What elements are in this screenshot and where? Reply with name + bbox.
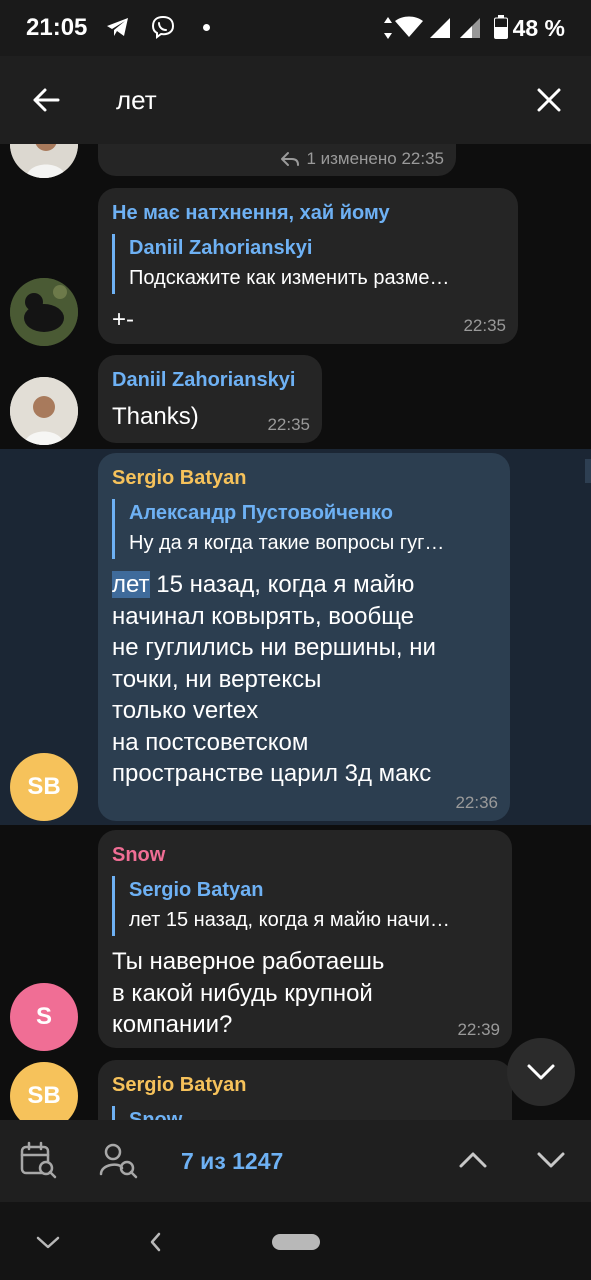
reply-name: Александр Пустовойченко: [129, 502, 393, 524]
battery-percent: 48 %: [512, 15, 565, 41]
scroll-down-button[interactable]: [507, 1038, 575, 1106]
reply-text: Подскажите как изменить разме…: [129, 267, 450, 289]
message-line: пространстве царил 3д макс: [112, 760, 432, 787]
chevron-down-icon: [36, 1236, 60, 1249]
sender-name: Daniil Zahorianskyi: [112, 369, 296, 391]
avatar[interactable]: SB: [10, 1062, 78, 1120]
avatar-initials: S: [35, 1003, 52, 1030]
animal-photo-icon: [10, 278, 78, 346]
reply-arrow-icon: [281, 152, 300, 166]
message-time: 22:35: [463, 316, 506, 335]
message-bubble[interactable]: Daniil Zahorianskyi Thanks) 22:35: [98, 355, 322, 443]
signal-1-icon: [430, 18, 450, 38]
notification-dot-icon: [203, 24, 210, 31]
close-icon: [537, 88, 561, 112]
next-result-button[interactable]: [529, 1138, 573, 1182]
message-line: на постсоветском: [112, 728, 309, 756]
search-input[interactable]: [116, 80, 496, 120]
avatar[interactable]: S: [10, 983, 78, 1051]
avatar[interactable]: [10, 377, 78, 445]
system-navigation-bar: [0, 1202, 591, 1280]
message-time: 22:36: [455, 793, 498, 812]
scroll-indicator: [585, 459, 591, 483]
reply-text: лет 15 назад, когда я майю начи…: [129, 909, 450, 931]
reply-name: Snow: [129, 1109, 183, 1120]
avatar[interactable]: SB: [10, 753, 78, 821]
search-navigation-bar: 7 из 1247: [0, 1120, 591, 1202]
message-line: компании?: [112, 1011, 233, 1038]
clear-search-button[interactable]: [525, 76, 573, 124]
viber-icon: [151, 15, 175, 39]
message-line: лет 15 назад, когда я майю: [112, 571, 415, 598]
signal-2-icon: [460, 18, 480, 38]
search-by-user-button[interactable]: [96, 1138, 140, 1182]
chevron-up-icon: [459, 1152, 487, 1168]
message-text: Ты наверное работаешь в какой нибудь кру…: [112, 946, 384, 1041]
avatar[interactable]: [10, 144, 78, 178]
message-time: 22:39: [457, 1020, 500, 1039]
chat-messages[interactable]: 1 изменено 22:35 Не має натхнення, хай й…: [0, 144, 591, 1120]
message-line: Ты наверное работаешь: [112, 948, 385, 975]
reply-quote[interactable]: Александр Пустовойченко Ну да я когда та…: [112, 499, 496, 559]
sender-name: Sergio Batyan: [112, 467, 247, 489]
message-line: только vertex: [112, 697, 259, 724]
chevron-down-icon: [537, 1152, 565, 1168]
battery-icon: [494, 15, 508, 39]
previous-result-button[interactable]: [451, 1138, 495, 1182]
hide-keyboard-button[interactable]: [34, 1230, 62, 1254]
search-hit: лет: [112, 571, 150, 598]
user-photo-icon: [10, 144, 78, 178]
wifi-icon: [395, 16, 423, 37]
message-line: не гуглились ни вершины, ни: [112, 634, 436, 661]
search-by-date-button[interactable]: [16, 1138, 60, 1182]
arrow-left-icon: [33, 88, 60, 112]
search-header: [0, 56, 591, 144]
message-line: в какой нибудь крупной: [112, 979, 373, 1007]
reply-quote[interactable]: Snow: [112, 1106, 498, 1120]
user-search-icon: [99, 1143, 138, 1179]
search-result-counter: 7 из 1247: [181, 1148, 284, 1174]
sender-name: Sergio Batyan: [112, 1074, 247, 1096]
sender-name: Не має натхнення, хай йому: [112, 202, 390, 224]
message-bubble[interactable]: 1 изменено 22:35: [98, 144, 456, 176]
back-button[interactable]: [22, 76, 70, 124]
sender-name: Snow: [112, 844, 166, 866]
message-text: Thanks): [112, 403, 199, 430]
message-line: точки, ни вертексы: [112, 665, 322, 693]
telegram-icon: [107, 18, 128, 36]
message-text: лет 15 назад, когда я майю начинал ковыр…: [112, 569, 436, 790]
message-bubble[interactable]: Snow Sergio Batyan лет 15 назад, когда я…: [98, 830, 512, 1048]
chevron-left-icon: [150, 1232, 161, 1252]
message-meta: 1 изменено 22:35: [280, 149, 444, 169]
status-time: 21:05: [26, 14, 88, 41]
message-bubble[interactable]: Не має натхнення, хай йому Daniil Zahori…: [98, 188, 518, 344]
chevron-down-icon: [527, 1064, 555, 1080]
avatar-initials: SB: [27, 1082, 61, 1109]
home-pill-button[interactable]: [272, 1234, 320, 1250]
reply-text: Ну да я когда такие вопросы гуг…: [129, 532, 445, 554]
reply-quote[interactable]: Daniil Zahorianskyi Подскажите как измен…: [112, 234, 504, 294]
message-time: 22:35: [267, 415, 310, 434]
message-text: +-: [112, 306, 135, 333]
user-photo-icon: [10, 377, 78, 445]
reply-name: Daniil Zahorianskyi: [129, 237, 313, 259]
system-back-button[interactable]: [145, 1230, 167, 1254]
reply-name: Sergio Batyan: [129, 879, 264, 901]
avatar[interactable]: [10, 278, 78, 346]
calendar-search-icon: [20, 1141, 57, 1179]
data-arrows-icon: [384, 17, 392, 39]
message-line: начинал ковырять, вообще: [112, 602, 415, 630]
status-bar: 21:05 48 %: [0, 0, 591, 56]
avatar-initials: SB: [27, 773, 61, 800]
message-bubble-highlighted[interactable]: Sergio Batyan Александр Пустовойченко Ну…: [98, 453, 510, 821]
message-meta-text: 1 изменено 22:35: [306, 149, 444, 168]
reply-quote[interactable]: Sergio Batyan лет 15 назад, когда я майю…: [112, 876, 498, 936]
message-bubble[interactable]: Sergio Batyan Snow: [98, 1060, 512, 1120]
